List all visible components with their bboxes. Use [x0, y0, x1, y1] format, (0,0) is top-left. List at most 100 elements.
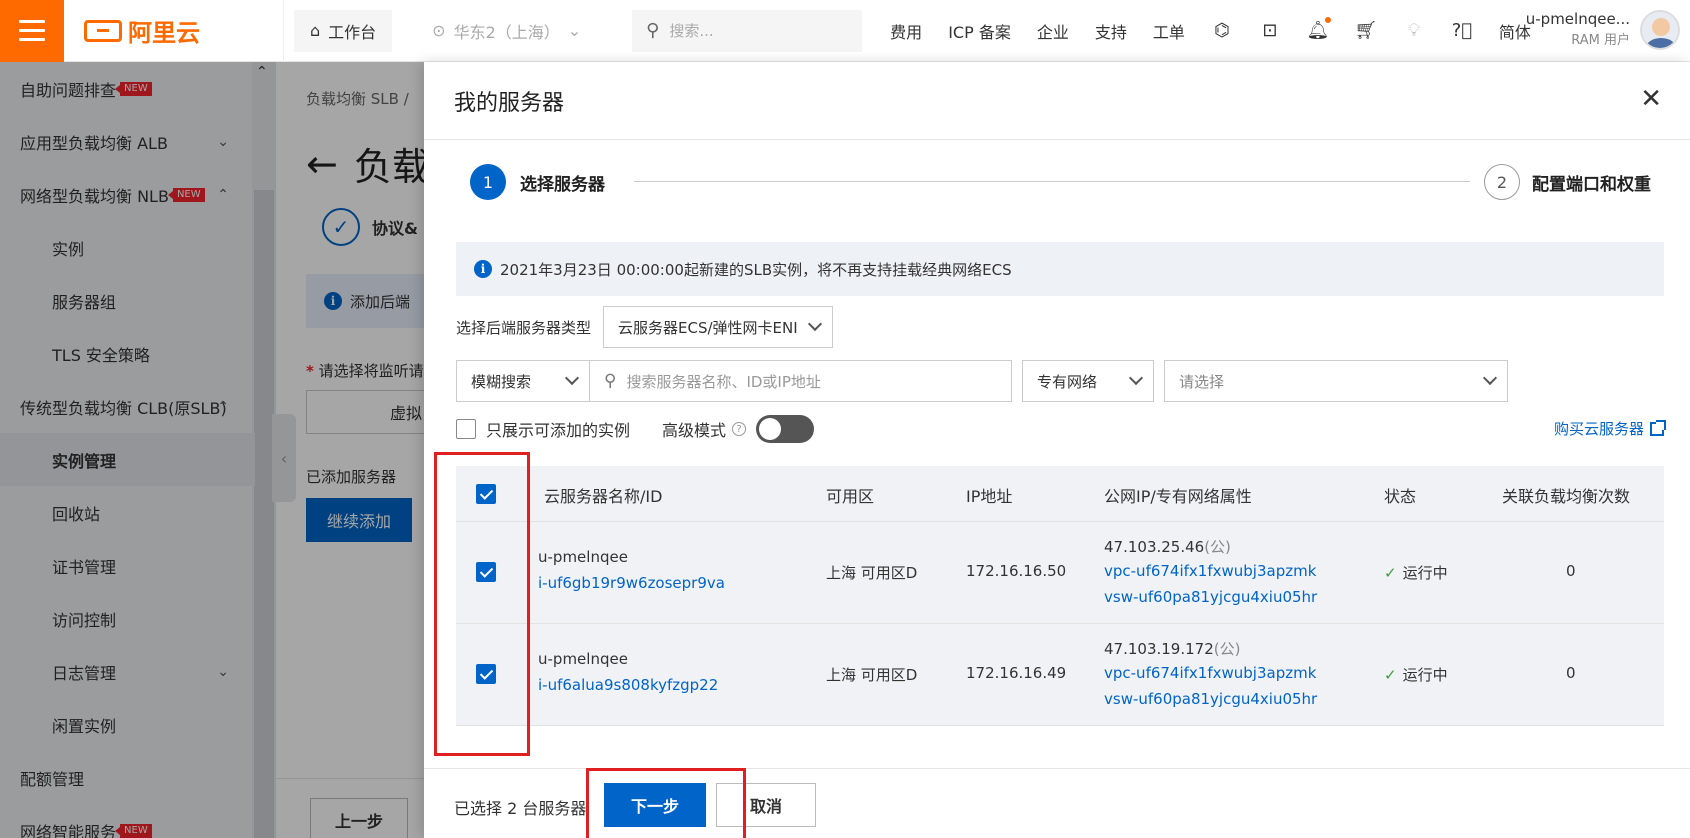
status-badge: ✓ 运行中	[1384, 562, 1448, 583]
vsw-link[interactable]: vsw-uf60pa81yjcgu4xiu05hr	[1104, 588, 1317, 606]
info-icon: i	[474, 260, 492, 278]
vpc-link[interactable]: vpc-uf674ifx1fxwubj3apzmk	[1104, 562, 1316, 580]
next-step-button[interactable]: 下一步	[604, 783, 706, 827]
nav-enterprise[interactable]: 企业	[1037, 19, 1069, 43]
help-icon[interactable]: ?⃝	[1451, 20, 1473, 42]
status-text: 运行中	[1402, 564, 1448, 582]
row-checkbox[interactable]	[476, 664, 496, 684]
cancel-button[interactable]: 取消	[716, 783, 816, 827]
api-icon[interactable]: ⌬	[1211, 20, 1233, 42]
step-2-label: 配置端口和权重	[1532, 175, 1651, 195]
drawer-title: 我的服务器	[454, 90, 565, 116]
close-icon[interactable]: ✕	[1640, 86, 1662, 112]
notification-dot	[1324, 16, 1331, 23]
server-type-label: 选择后端服务器类型	[456, 318, 592, 337]
nav-ticket[interactable]: 工单	[1153, 19, 1185, 43]
drawer-header: 我的服务器 ✕	[424, 62, 1690, 140]
server-id-link[interactable]: i-uf6alua9s808kyfzgp22	[538, 676, 718, 694]
only-addable-label: 只展示可添加的实例	[486, 421, 631, 440]
column-header-status[interactable]: 状态	[1384, 483, 1416, 507]
chevron-down-icon: ⌄	[567, 21, 582, 40]
chevron-down-icon	[1128, 370, 1144, 386]
question-icon[interactable]: ?	[732, 422, 747, 436]
public-ip: 47.103.19.172(公)	[1104, 638, 1240, 659]
network-type-value: 专有网络	[1037, 372, 1098, 391]
avatar[interactable]	[1640, 10, 1680, 50]
region-label: 华东2（上海）	[453, 22, 560, 42]
logo-text: 阿里云	[128, 19, 200, 47]
public-ip-value: 47.103.25.46	[1104, 538, 1205, 556]
vpc-link[interactable]: vpc-uf674ifx1fxwubj3apzmk	[1104, 664, 1316, 682]
server-ip: 172.16.16.49	[966, 664, 1067, 682]
selected-count: 已选择 2 台服务器	[454, 799, 587, 818]
server-zone: 上海 可用区D	[826, 564, 918, 582]
menu-icon[interactable]	[0, 0, 64, 62]
nav-icp[interactable]: ICP 备案	[948, 19, 1011, 43]
column-header-zone[interactable]: 可用区	[826, 483, 874, 507]
search-icon: ⚲	[604, 371, 617, 391]
table-row[interactable]: u-pmelnqee i-uf6gb19r9w6zosepr9va 上海 可用区…	[456, 522, 1664, 624]
global-search[interactable]: ⚲ 搜索...	[632, 9, 863, 52]
home-icon: ⌂	[310, 21, 321, 40]
network-type-select[interactable]: 专有网络	[1022, 360, 1154, 402]
logo-mark-icon	[84, 19, 122, 42]
workbench-label: 工作台	[328, 22, 377, 42]
public-ip: 47.103.25.46(公)	[1104, 536, 1231, 557]
search-mode-select[interactable]: 模糊搜索	[456, 360, 590, 402]
select-all-checkbox[interactable]	[476, 484, 496, 504]
advanced-mode-label: 高级模式	[662, 421, 727, 440]
column-header-public-ip[interactable]: 公网IP/专有网络属性	[1104, 483, 1252, 507]
workbench-button[interactable]: ⌂ 工作台	[294, 9, 393, 52]
cart-icon[interactable]: 🛒︎	[1354, 20, 1377, 42]
lb-count: 0	[1566, 562, 1576, 580]
server-name: u-pmelnqee	[538, 650, 628, 668]
server-type-select[interactable]: 云服务器ECS/弹性网卡ENI	[603, 306, 834, 348]
nav-support[interactable]: 支持	[1095, 19, 1127, 43]
search-mode-value: 模糊搜索	[471, 372, 532, 391]
terminal-icon[interactable]: ⊡	[1259, 20, 1281, 42]
table-row[interactable]: u-pmelnqee i-uf6alua9s808kyfzgp22 上海 可用区…	[456, 624, 1664, 726]
vpc-choose-placeholder: 请选择	[1179, 372, 1225, 391]
row-checkbox[interactable]	[476, 562, 496, 582]
server-id-link[interactable]: i-uf6gb19r9w6zosepr9va	[538, 574, 725, 592]
chevron-down-icon	[807, 316, 823, 332]
aliyun-logo[interactable]: 阿里云	[64, 0, 284, 62]
location-icon: ⊙	[432, 21, 446, 40]
buy-server-label: 购买云服务器	[1553, 420, 1644, 438]
buy-server-link[interactable]: 购买云服务器	[1553, 418, 1666, 439]
step-2-circle: 2	[1484, 164, 1520, 200]
server-name: u-pmelnqee	[538, 548, 628, 566]
column-header-name[interactable]: 云服务器名称/ID	[544, 483, 662, 507]
chevron-down-icon	[564, 370, 580, 386]
user-role: RAM 用户	[1571, 33, 1630, 48]
region-selector[interactable]: ⊙ 华东2（上海） ⌄	[432, 19, 632, 43]
only-addable-checkbox[interactable]	[456, 419, 476, 439]
server-type-value: 云服务器ECS/弹性网卡ENI	[618, 318, 798, 337]
server-zone: 上海 可用区D	[826, 666, 918, 684]
column-header-lb-count[interactable]: 关联负载均衡次数	[1502, 483, 1630, 507]
global-search-placeholder: 搜索...	[669, 22, 714, 40]
top-nav: 费用 ICP 备案 企业 支持 工单 ⌬ ⊡ 🔔︎ 🛒︎ 💡︎ ?⃝ 简体	[890, 16, 1531, 43]
top-bar: 阿里云 ⌂ 工作台 ⊙ 华东2（上海） ⌄ ⚲ 搜索... 费用 ICP 备案 …	[0, 0, 1690, 62]
bell-icon[interactable]: 🔔︎	[1306, 16, 1331, 42]
nav-billing[interactable]: 费用	[890, 19, 922, 43]
lightbulb-icon[interactable]: 💡︎	[1403, 20, 1425, 42]
my-servers-drawer: 我的服务器 ✕ 1 选择服务器 2 配置端口和权重 i 2021年3月23日 0…	[424, 62, 1690, 838]
step-1-circle: 1	[470, 164, 506, 200]
server-search-input[interactable]: ⚲ 搜索服务器名称、ID或IP地址	[590, 360, 1012, 402]
step-connector	[634, 181, 1470, 182]
advanced-mode-toggle[interactable]	[756, 415, 815, 443]
vsw-link[interactable]: vsw-uf60pa81yjcgu4xiu05hr	[1104, 690, 1317, 708]
server-search-placeholder: 搜索服务器名称、ID或IP地址	[626, 372, 821, 391]
server-ip: 172.16.16.50	[966, 562, 1067, 580]
user-info[interactable]: u-pmelnqee... RAM 用户	[1526, 8, 1630, 52]
status-badge: ✓ 运行中	[1384, 664, 1448, 685]
vpc-choose-select[interactable]: 请选择	[1164, 360, 1508, 402]
modal-overlay[interactable]	[0, 62, 424, 838]
public-ip-tag: (公)	[1213, 640, 1241, 658]
status-text: 运行中	[1402, 666, 1448, 684]
column-header-ip[interactable]: IP地址	[966, 483, 1012, 507]
public-ip-tag: (公)	[1204, 538, 1231, 556]
check-icon: ✓	[1384, 564, 1397, 582]
drawer-footer: 已选择 2 台服务器 下一步 取消	[424, 768, 1690, 838]
